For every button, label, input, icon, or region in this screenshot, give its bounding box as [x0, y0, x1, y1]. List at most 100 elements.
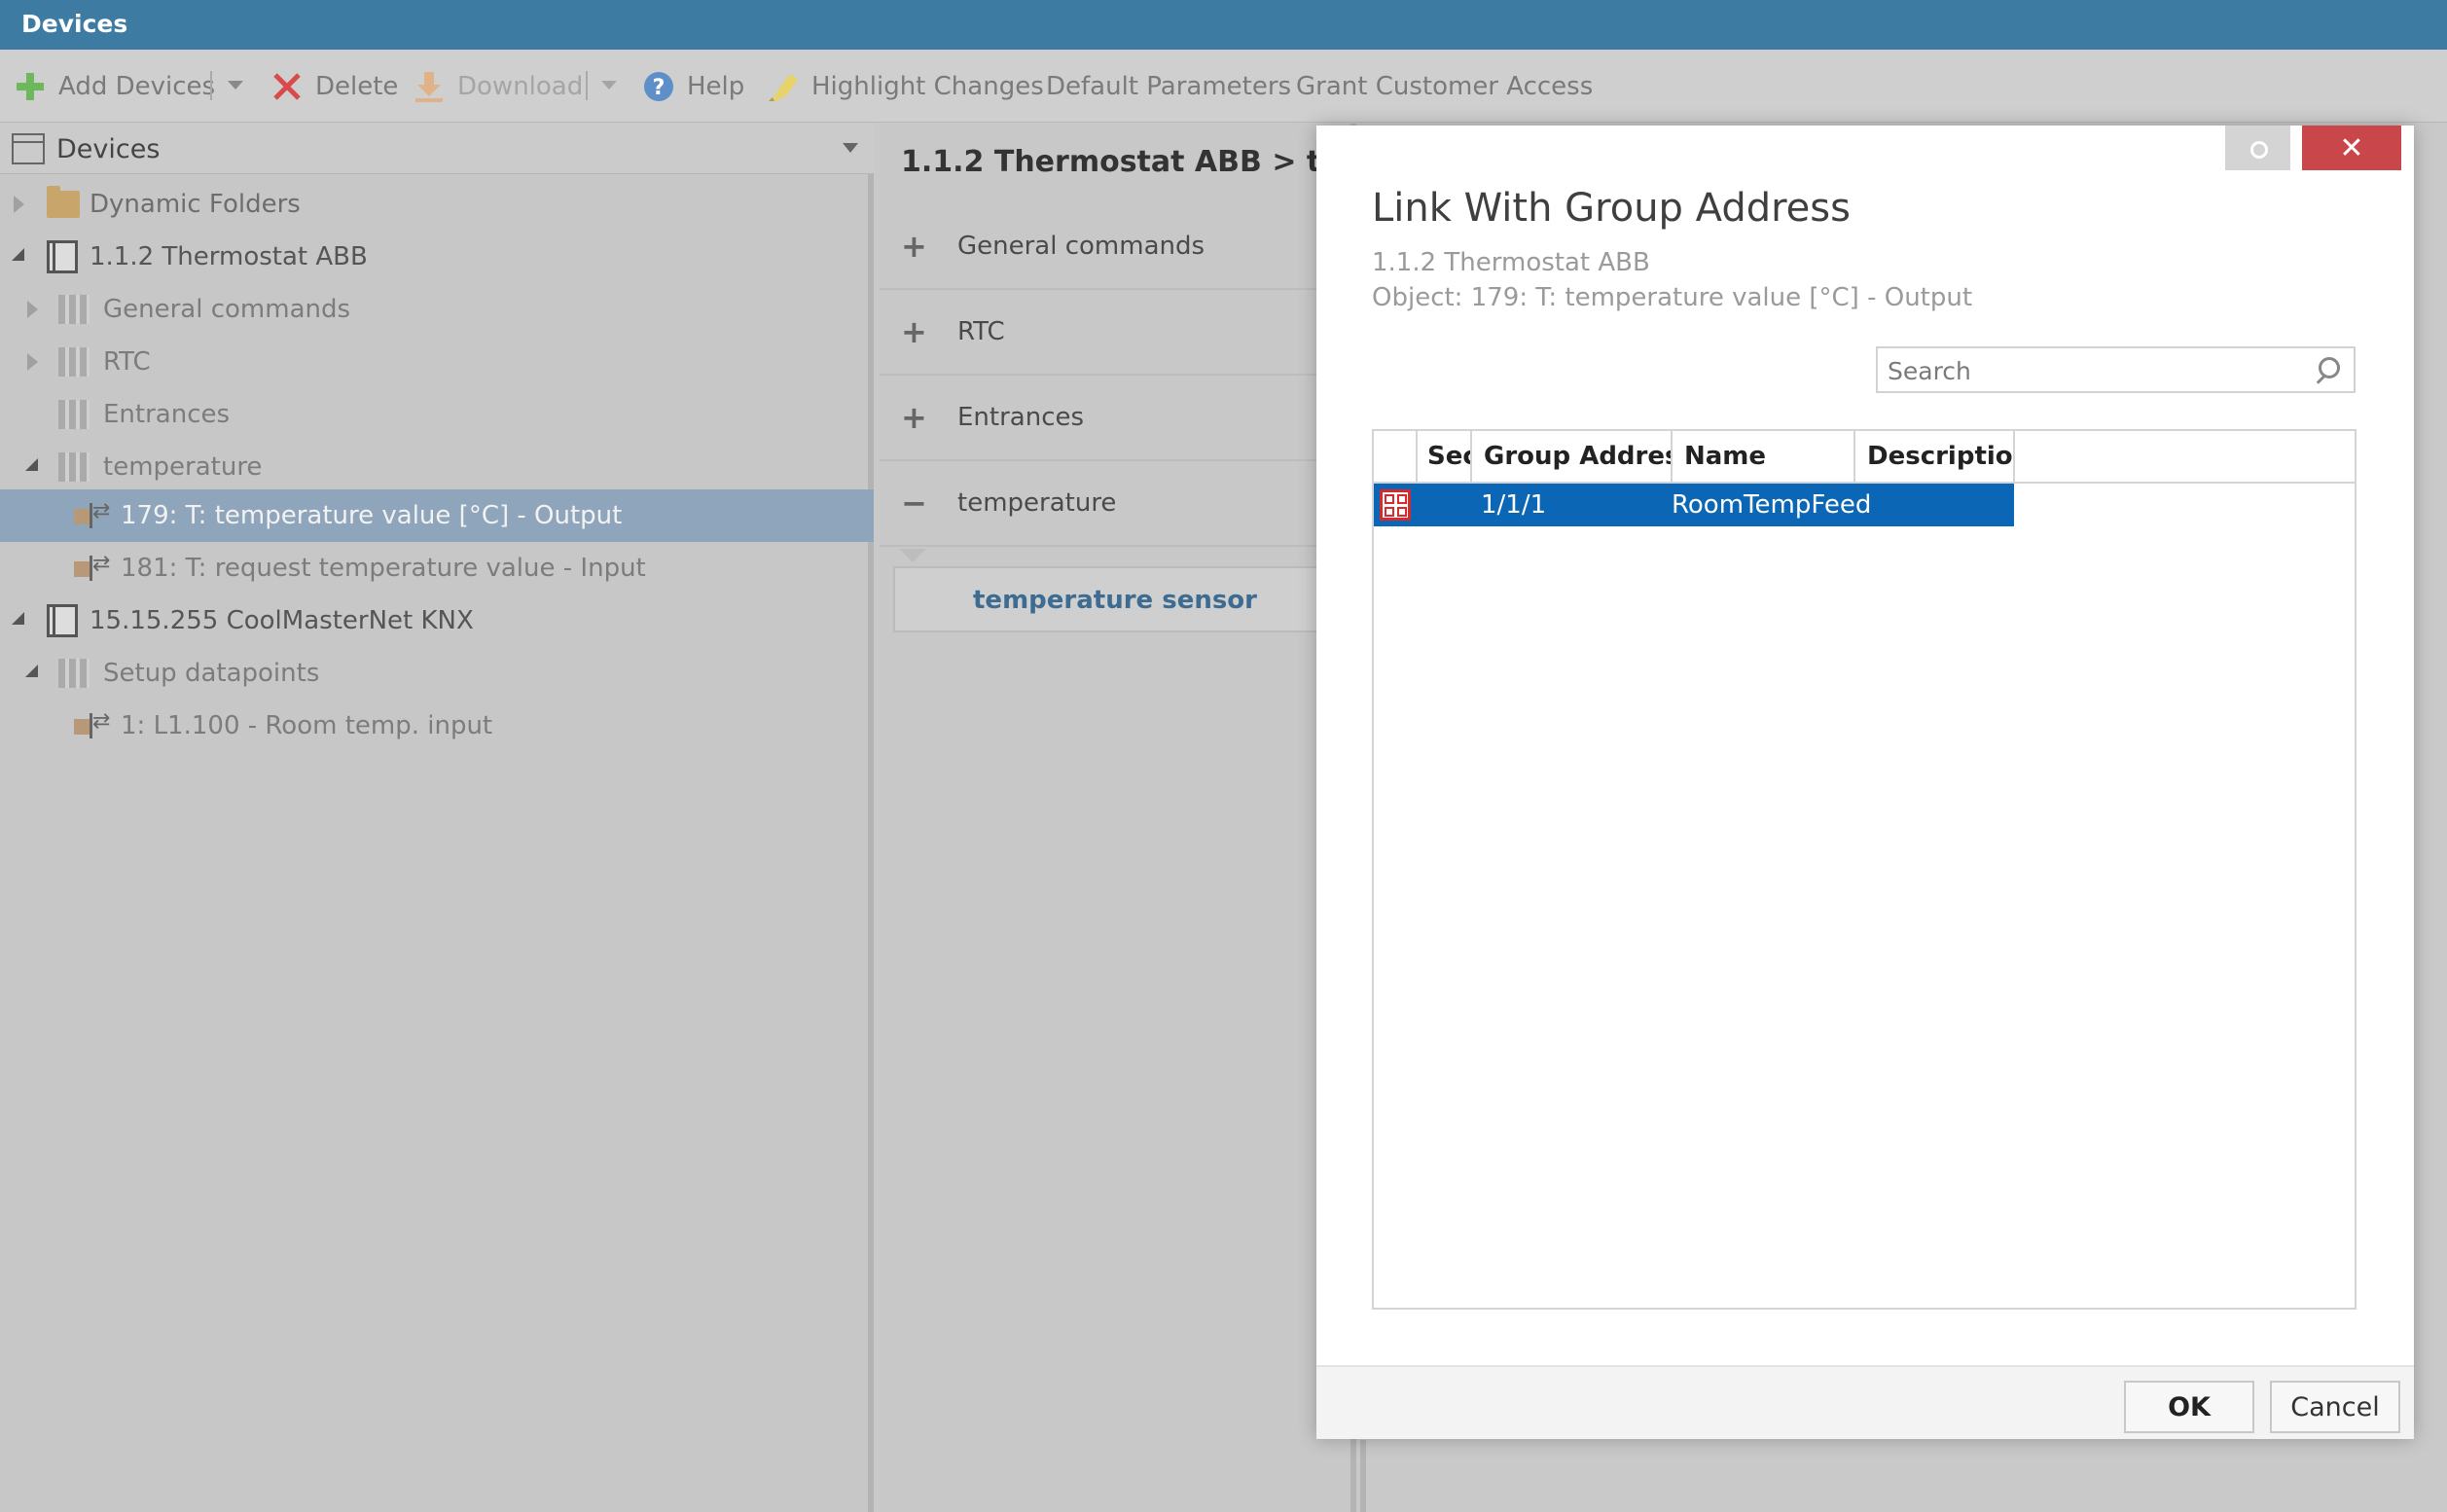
search-icon[interactable] [2313, 357, 2340, 384]
tree-item-label: RTC [103, 347, 151, 377]
subsection-label: temperature sensor [973, 586, 1257, 615]
tree-item-label: 15.15.255 CoolMasterNet KNX [90, 606, 474, 635]
group-object-icon [74, 709, 110, 740]
channel-icon [58, 295, 90, 324]
expand-plus-icon[interactable]: + [901, 313, 927, 350]
tree-item-setup-datapoints[interactable]: Setup datapoints [0, 647, 874, 700]
tree-item-label: 181: T: request temperature value - Inpu… [121, 554, 646, 583]
download-dropdown-icon[interactable] [597, 73, 621, 96]
tree-item-label: 1: L1.100 - Room temp. input [121, 711, 493, 740]
default-parameters-label: Default Parameters [1046, 72, 1292, 101]
grant-customer-access-button[interactable]: Grant Customer Access [1296, 67, 1593, 106]
tree-item-general-commands[interactable]: General commands [0, 283, 874, 336]
tree-item-label: 179: T: temperature value [°C] - Output [121, 501, 623, 530]
group-address-icon [1380, 489, 1411, 521]
panel-divider [1360, 1440, 1366, 1512]
table-row[interactable]: 1/1/1 RoomTempFeed [1374, 484, 2014, 526]
expand-icon[interactable] [14, 196, 24, 213]
download-button[interactable]: Download [413, 67, 583, 106]
tree-item-label: Entrances [103, 400, 231, 429]
toolbar-separator [210, 71, 212, 100]
collapse-icon[interactable] [25, 458, 38, 471]
help-label: Help [687, 72, 745, 101]
tree-item-object-181[interactable]: 181: T: request temperature value - Inpu… [0, 542, 874, 594]
close-icon: ✕ [2339, 130, 2364, 165]
add-devices-button[interactable]: Add Devices [14, 67, 215, 106]
default-parameters-button[interactable]: Default Parameters [1046, 67, 1291, 106]
add-devices-dropdown-icon[interactable] [224, 73, 247, 96]
highlight-changes-button[interactable]: Highlight Changes [767, 67, 1044, 106]
column-header-group-address[interactable]: Group Address [1472, 431, 1673, 484]
cancel-button[interactable]: Cancel [2270, 1381, 2400, 1433]
channel-icon [58, 659, 90, 688]
expand-plus-icon[interactable]: + [901, 399, 927, 436]
tree-item-coolmasternet[interactable]: 15.15.255 CoolMasterNet KNX [0, 594, 874, 647]
folder-icon [47, 186, 80, 218]
dialog-footer: OK Cancel [1316, 1365, 2414, 1439]
highlight-changes-label: Highlight Changes [811, 72, 1044, 101]
cell-group-address: 1/1/1 [1481, 490, 1547, 520]
tree-item-label: Dynamic Folders [90, 190, 301, 219]
collapse-icon[interactable] [12, 612, 24, 625]
section-temperature[interactable]: − temperature [880, 461, 1356, 547]
search-input[interactable] [1888, 354, 2296, 387]
chevron-down-icon[interactable] [843, 143, 858, 153]
delete-x-icon [270, 70, 304, 103]
expand-icon[interactable] [27, 353, 38, 371]
collapse-minus-icon[interactable]: − [901, 485, 927, 522]
download-label: Download [457, 72, 584, 101]
panel-window-icon [12, 133, 45, 164]
grant-customer-access-label: Grant Customer Access [1296, 72, 1594, 101]
delete-button[interactable]: Delete [270, 67, 398, 106]
section-label: RTC [957, 317, 1005, 346]
ok-button[interactable]: OK [2124, 1381, 2254, 1433]
group-object-icon [74, 552, 110, 583]
close-button[interactable]: ✕ [2302, 126, 2401, 170]
tree-item-label: 1.1.2 Thermostat ABB [90, 242, 368, 271]
collapse-icon[interactable] [25, 665, 38, 677]
section-general-commands[interactable]: + General commands [880, 204, 1356, 290]
add-devices-label: Add Devices [58, 72, 216, 101]
subsection-temperature-sensor[interactable]: temperature sensor [893, 566, 1350, 632]
column-header-sec[interactable]: Sec [1418, 431, 1472, 484]
tree-item-label: Setup datapoints [103, 659, 320, 688]
plus-icon [14, 70, 47, 103]
devices-tree-panel: Devices Dynamic Folders 1.1.2 Thermostat… [0, 124, 874, 1512]
collapse-icon[interactable] [12, 248, 24, 261]
expand-icon[interactable] [27, 301, 38, 318]
search-field[interactable] [1876, 346, 2356, 393]
column-header-name[interactable]: Name [1673, 431, 1855, 484]
dialog-object-name: Object: 179: T: temperature value [°C] -… [1372, 283, 1973, 312]
tree-item-temperature[interactable]: temperature [0, 441, 874, 493]
section-pointer [899, 549, 926, 562]
section-label: General commands [957, 232, 1206, 261]
channel-icon [58, 347, 90, 377]
help-button[interactable]: ? Help [642, 67, 744, 106]
channel-icon [58, 452, 90, 482]
tree-item-dynamic-folders[interactable]: Dynamic Folders [0, 178, 874, 231]
channel-panel: 1.1.2 Thermostat ABB > tempe + General c… [880, 124, 1412, 1512]
devices-panel-header[interactable]: Devices [0, 124, 874, 174]
dialog-device-name: 1.1.2 Thermostat ABB [1372, 248, 1650, 277]
cell-name: RoomTempFeed [1672, 490, 1872, 520]
tree-item-object-179[interactable]: 179: T: temperature value [°C] - Output [0, 489, 874, 542]
column-header-description[interactable]: Description [1855, 431, 2015, 484]
tree-item-entrances[interactable]: Entrances [0, 388, 874, 441]
tree-item-label: temperature [103, 452, 263, 482]
table-header: Sec Group Address Name Description [1374, 431, 2355, 484]
group-address-table: Sec Group Address Name Description 1/1/1… [1372, 429, 2357, 1310]
channel-icon [58, 400, 90, 429]
highlighter-icon [767, 70, 800, 103]
column-header-icon[interactable] [1374, 431, 1418, 484]
tree-item-thermostat-abb[interactable]: 1.1.2 Thermostat ABB [0, 231, 874, 283]
tree-item-object-1[interactable]: 1: L1.100 - Room temp. input [0, 700, 874, 752]
expand-plus-icon[interactable]: + [901, 228, 927, 265]
dialog-options-button[interactable] [2225, 126, 2290, 170]
download-icon [413, 70, 446, 103]
help-icon: ? [642, 70, 675, 103]
tree-item-rtc[interactable]: RTC [0, 336, 874, 388]
section-rtc[interactable]: + RTC [880, 290, 1356, 376]
section-entrances[interactable]: + Entrances [880, 376, 1356, 461]
device-icon [47, 604, 78, 637]
section-label: temperature [957, 488, 1117, 518]
